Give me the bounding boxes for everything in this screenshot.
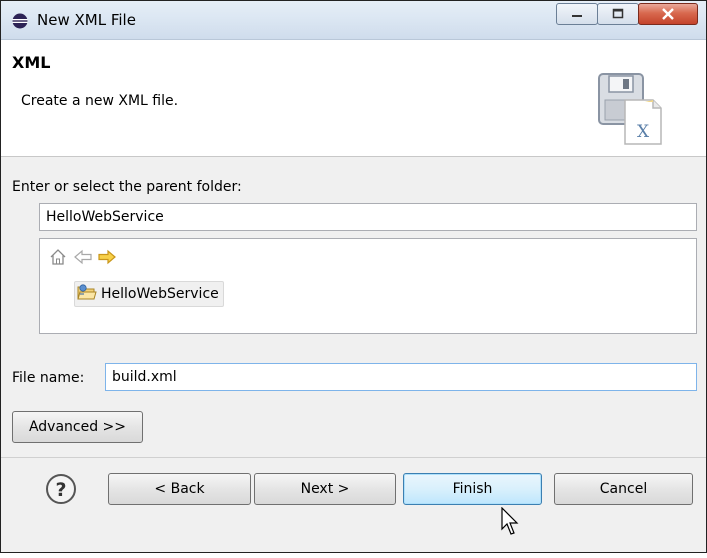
project-folder-icon xyxy=(77,283,97,305)
back-button[interactable]: < Back xyxy=(108,473,251,505)
eclipse-icon xyxy=(12,13,28,29)
help-icon[interactable]: ? xyxy=(45,473,77,505)
tree-item-hellowebservice[interactable]: HelloWebService xyxy=(74,281,224,307)
forward-arrow-icon[interactable] xyxy=(97,248,117,270)
window-title: New XML File xyxy=(37,11,136,29)
svg-text:X: X xyxy=(637,122,650,142)
advanced-button[interactable]: Advanced >> xyxy=(12,411,143,443)
maximize-icon xyxy=(612,8,624,19)
wizard-description: Create a new XML file. xyxy=(21,93,179,109)
parent-folder-input[interactable]: HelloWebService xyxy=(39,203,697,231)
maximize-button[interactable] xyxy=(597,3,639,25)
back-arrow-icon[interactable] xyxy=(73,248,93,270)
parent-folder-value: HelloWebService xyxy=(46,209,164,225)
home-icon[interactable] xyxy=(49,248,67,270)
folder-tree[interactable]: HelloWebService xyxy=(39,238,697,334)
mouse-cursor-icon xyxy=(500,506,520,537)
window-controls xyxy=(556,3,698,25)
file-name-label: File name: xyxy=(12,370,85,386)
xml-file-wizard-icon: X xyxy=(597,72,665,148)
wizard-title: XML xyxy=(12,53,51,72)
file-name-value: build.xml xyxy=(112,369,177,385)
tree-item-label: HelloWebService xyxy=(101,286,219,302)
minimize-icon xyxy=(572,15,582,17)
minimize-button[interactable] xyxy=(556,3,598,25)
cancel-button[interactable]: Cancel xyxy=(554,473,693,505)
next-button[interactable]: Next > xyxy=(254,473,396,505)
file-name-input[interactable]: build.xml xyxy=(105,363,697,391)
help-glyph: ? xyxy=(55,479,66,501)
close-button[interactable] xyxy=(638,3,698,25)
footer-separator xyxy=(1,457,706,458)
wizard-header: XML Create a new XML file. X xyxy=(1,40,706,157)
new-xml-file-dialog: New XML File XML Create a new XML file. xyxy=(0,0,707,553)
finish-button[interactable]: Finish xyxy=(403,473,542,505)
title-bar[interactable]: New XML File xyxy=(1,1,706,40)
parent-folder-label: Enter or select the parent folder: xyxy=(12,179,242,195)
close-icon xyxy=(662,8,674,20)
